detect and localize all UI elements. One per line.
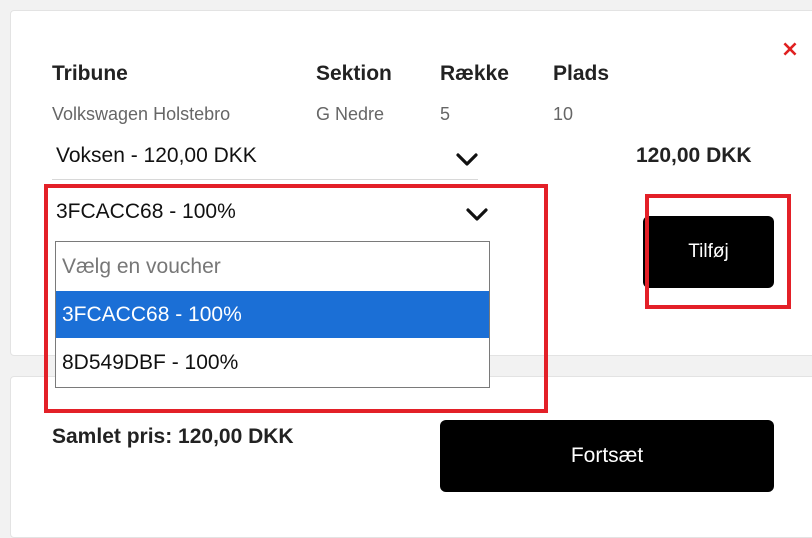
continue-button[interactable]: Fortsæt: [440, 420, 774, 492]
chevron-down-icon: [456, 153, 478, 166]
voucher-highlight-box: [44, 184, 548, 413]
section-header: Sektion: [316, 62, 392, 85]
tribune-header: Tribune: [52, 62, 128, 85]
add-button-highlight-box: [645, 194, 791, 309]
tribune-value: Volkswagen Holstebro: [52, 104, 231, 124]
total-price-label: Samlet pris: 120,00 DKK: [52, 425, 294, 448]
ticket-type-value: Voksen - 120,00 DKK: [56, 144, 257, 167]
section-value: G Nedre: [316, 104, 385, 124]
row-value: 5: [440, 104, 451, 124]
row-header: Række: [440, 62, 509, 85]
seat-header: Plads: [553, 62, 610, 85]
ticket-type-select[interactable]: Voksen - 120,00 DKK: [52, 139, 478, 180]
line-price: 120,00 DKK: [636, 144, 752, 167]
close-icon[interactable]: ×: [778, 36, 802, 64]
seat-value: 10: [553, 104, 574, 124]
